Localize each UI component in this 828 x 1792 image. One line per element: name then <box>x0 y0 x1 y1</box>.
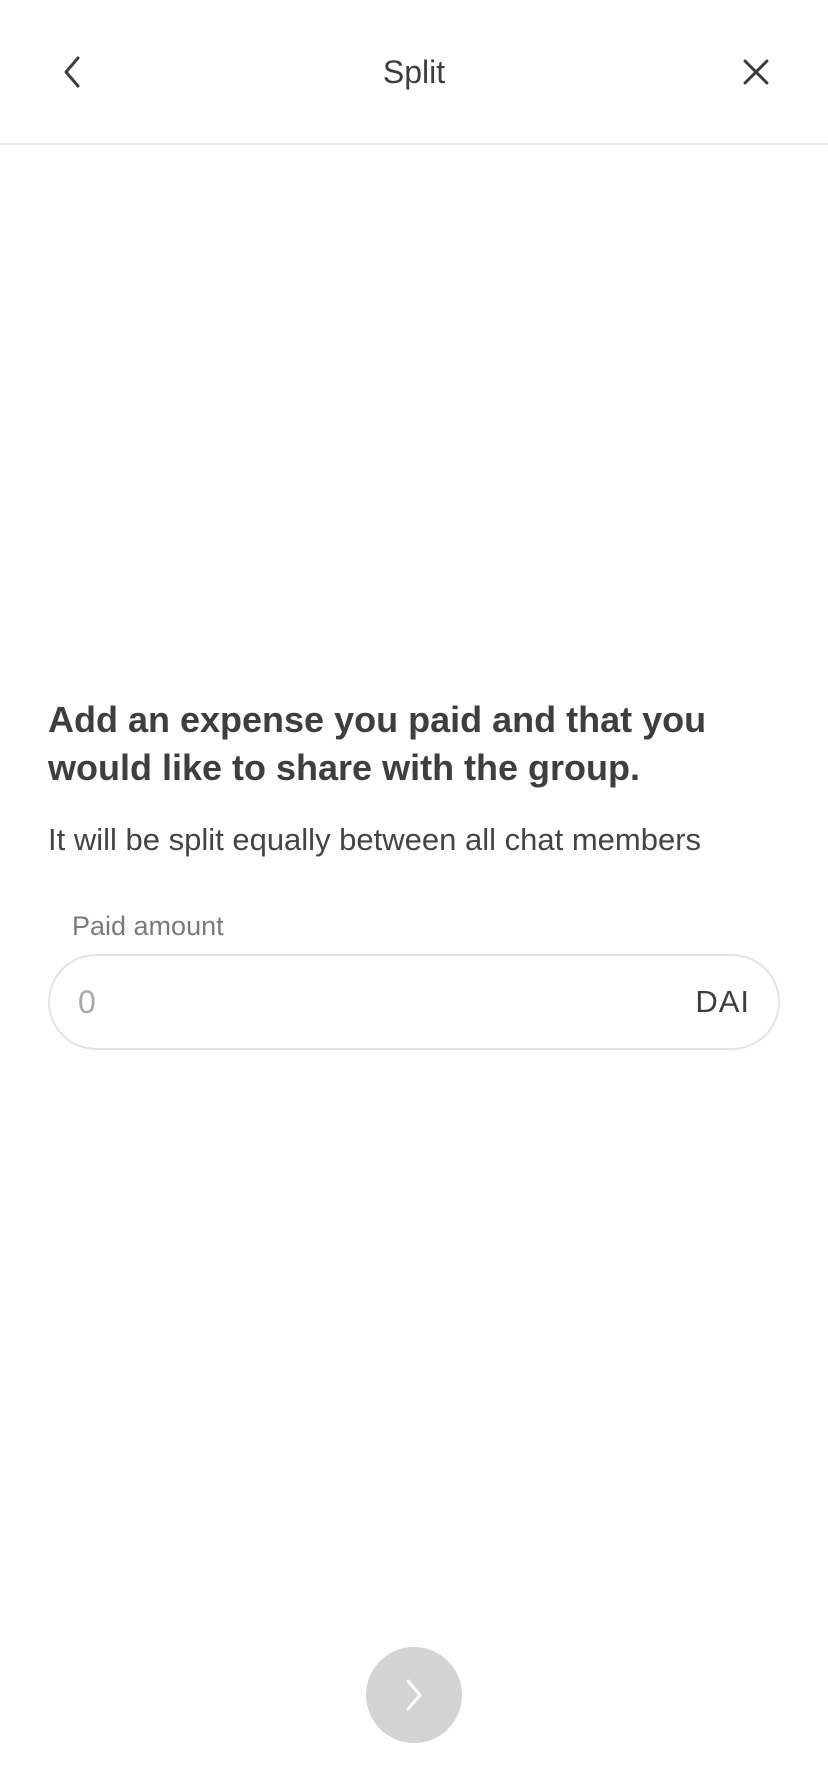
close-icon <box>743 59 769 85</box>
chevron-right-icon <box>406 1679 422 1711</box>
expense-headline: Add an expense you paid and that you wou… <box>48 699 707 788</box>
next-button[interactable] <box>366 1647 462 1743</box>
paid-amount-input[interactable] <box>78 983 696 1021</box>
currency-label: DAI <box>695 984 750 1019</box>
paid-amount-field[interactable]: DAI <box>48 954 780 1050</box>
close-button[interactable] <box>732 48 780 96</box>
split-screen: Split Add an expense you paid and that y… <box>0 0 828 1792</box>
paid-amount-label: Paid amount <box>72 911 224 941</box>
page-title: Split <box>382 54 446 90</box>
top-bar: Split <box>0 0 828 145</box>
intro-section: Add an expense you paid and that you wou… <box>48 696 788 862</box>
split-description: It will be split equally between all cha… <box>48 822 702 857</box>
